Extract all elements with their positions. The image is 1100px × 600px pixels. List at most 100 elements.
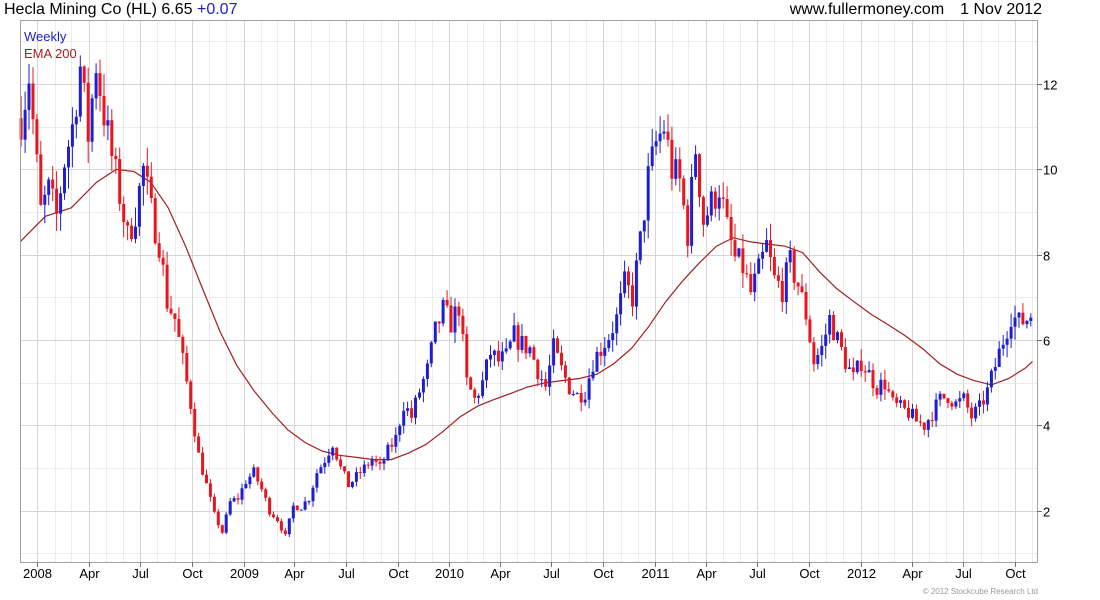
candle-body-up <box>481 380 485 396</box>
candle-body-up <box>23 109 27 140</box>
candle-body-up <box>425 363 429 379</box>
candle-body-up <box>690 177 694 246</box>
candle-body-down <box>378 461 382 464</box>
candle-body-up <box>615 314 619 334</box>
candle-body-up <box>303 501 307 510</box>
candle-body-down <box>153 198 157 244</box>
candle-body-up <box>646 166 650 221</box>
candle-body-down <box>82 66 86 83</box>
candle-body-up <box>137 185 141 227</box>
candle-body-up <box>520 336 524 350</box>
candle-body-up <box>816 354 820 365</box>
candle-body-up <box>311 487 315 502</box>
x-tick-label: 2009 <box>230 566 259 581</box>
candle-body-down <box>295 505 299 511</box>
candle-body-up <box>571 394 575 395</box>
candle-body-up <box>978 400 981 407</box>
candle-body-up <box>307 501 311 503</box>
candle-body-up <box>658 133 662 142</box>
x-tick-label: 2008 <box>23 566 52 581</box>
candle-body-up <box>611 333 615 340</box>
candle-body-up <box>587 378 591 400</box>
candle-body-up <box>78 66 82 117</box>
candle-body-up <box>47 179 51 195</box>
candle-body-down <box>918 421 922 423</box>
candle-body-down <box>599 351 603 356</box>
candle-body-down <box>272 514 275 518</box>
candle-body-up <box>453 306 457 333</box>
candle-body-up <box>429 342 433 364</box>
candle-body-up <box>248 476 252 485</box>
x-tick-label: Jul <box>132 566 149 581</box>
candle-body-up <box>386 444 390 461</box>
candle-body-up <box>402 410 406 426</box>
legend-ema: EMA 200 <box>24 46 77 61</box>
candle-body-up <box>591 371 595 379</box>
candle-body-up <box>552 338 556 366</box>
candle-body-up <box>421 378 425 393</box>
candle-body-up <box>548 365 552 387</box>
candle-body-down <box>130 225 134 239</box>
candle-body-down <box>197 436 201 453</box>
candle-body-down <box>796 282 800 287</box>
candle-body-down <box>86 82 90 142</box>
candle-body-up <box>737 248 741 257</box>
candle-body-up <box>662 131 666 134</box>
candle-body-up <box>508 341 512 349</box>
candle-body-down <box>339 459 343 467</box>
candle-body-up <box>441 300 445 324</box>
candle-body-up <box>607 340 611 348</box>
candle-body-down <box>812 342 816 365</box>
candle-body-down <box>335 447 339 460</box>
candle-body-up <box>985 387 989 405</box>
candle-body-down <box>31 83 35 120</box>
candle-body-up <box>70 124 74 147</box>
candle-body-down <box>516 325 520 350</box>
x-tick-label: Jul <box>338 566 355 581</box>
candle-body-down <box>666 131 670 140</box>
candle-body-down <box>410 408 414 418</box>
candle-body-up <box>240 488 244 500</box>
candle-body-down <box>678 159 682 179</box>
candle-body-down <box>110 120 114 156</box>
candle-body-up <box>63 167 66 194</box>
candle-body-down <box>982 400 985 405</box>
y-tick-label: 10 <box>1043 163 1057 178</box>
candle-body-down <box>496 350 500 362</box>
candle-body-down <box>437 321 441 324</box>
candle-body-down <box>445 300 449 306</box>
candle-body-up <box>370 459 374 466</box>
candle-body-down <box>792 250 796 283</box>
x-tick-label: Oct <box>388 566 409 581</box>
x-tick-label: Apr <box>490 566 511 581</box>
x-tick-label: Apr <box>696 566 717 581</box>
x-tick-label: Oct <box>182 566 203 581</box>
candle-body-down <box>859 360 863 372</box>
candle-body-down <box>220 525 224 533</box>
candle-body-down <box>930 420 934 422</box>
candle-body-down <box>800 286 804 292</box>
candle-body-up <box>319 467 323 474</box>
candle-body-down <box>457 306 461 316</box>
candle-body-down <box>358 472 362 474</box>
candle-body-up <box>27 83 31 110</box>
candle-body-down <box>733 240 737 257</box>
candle-body-down <box>701 197 705 225</box>
candle-body-down <box>891 391 895 398</box>
candle-body-up <box>512 325 516 342</box>
candle-body-up <box>694 154 698 178</box>
candle-body-up <box>433 321 437 343</box>
candle-body-up <box>993 366 997 371</box>
candle-body-down <box>843 347 847 369</box>
candle-body-up <box>575 393 579 394</box>
candle-body-up <box>757 258 761 274</box>
candle-body-up <box>583 399 587 403</box>
x-tick-label: Oct <box>799 566 820 581</box>
candle-body-up <box>603 347 607 356</box>
candle-body-down <box>769 240 772 257</box>
candle-body-up <box>934 399 938 421</box>
candle-body-down <box>126 222 130 226</box>
candle-body-down <box>832 315 836 341</box>
candle-body-up <box>106 120 110 126</box>
candle-body-up <box>228 501 232 515</box>
